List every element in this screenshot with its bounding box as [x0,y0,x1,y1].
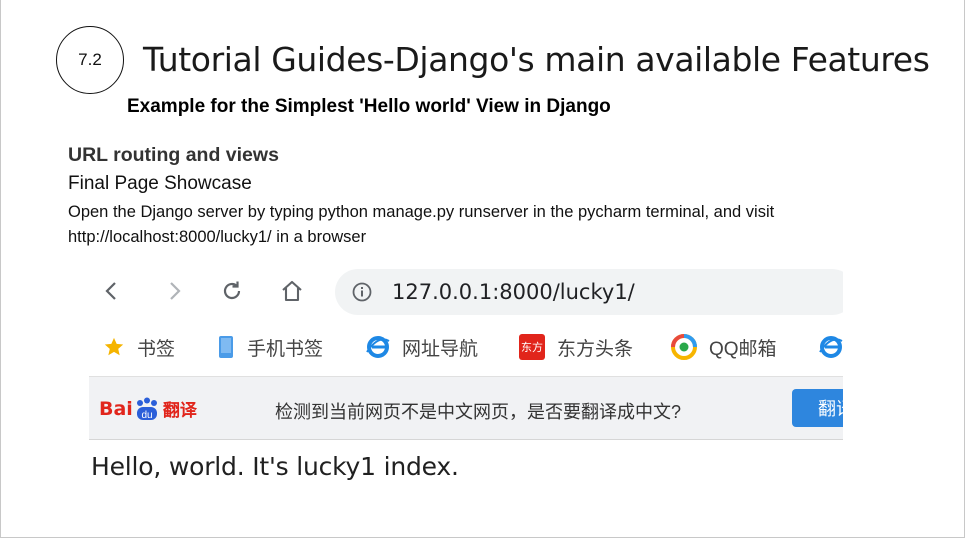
bookmark-item-nav[interactable]: 网址导航 [366,332,478,362]
qqmail-icon [671,334,697,360]
reload-icon [223,281,241,300]
home-icon [282,280,302,302]
address-text[interactable]: 127.0.0.1:8000/lucky1/ [392,280,635,304]
ie-icon [366,336,390,358]
bookmark-item-dongfang[interactable]: 东方 东方头条 [519,332,633,362]
bookmark-item-qqmail[interactable]: QQ邮箱 [671,332,777,362]
bookmark-item-shuqian[interactable]: 书签 [103,332,175,362]
baidu-translate-logo: Bai du 翻译 [99,396,197,421]
bookmark-label: 书签 [137,338,176,360]
showcase-label: Final Page Showcase [68,173,252,194]
translate-button-label: 翻译 [818,399,843,419]
forward-button[interactable] [159,276,189,306]
bookmark-item-mobile[interactable]: 手机书签 [217,332,323,362]
bookmark-label: 网址导航 [402,338,479,360]
info-icon[interactable] [352,282,372,302]
address-bar[interactable]: 127.0.0.1:8000/lucky1/ [335,269,843,315]
slide-number: 7.2 [78,50,102,69]
baidu-logo-text: Bai [99,397,133,420]
translate-message: 检测到当前网页不是中文网页，是否要翻译成中文? [275,402,682,422]
bookmark-item-overflow[interactable] [819,332,843,362]
bookmark-label: 手机书签 [247,338,324,360]
section-heading: URL routing and views [68,144,279,166]
forward-arrow-icon [170,282,181,300]
dongfang-icon: 东方 [519,334,545,360]
translate-bar: Bai du 翻译 检测到当前网页不是中文网页，是否要翻译成中文? 翻译 [89,376,843,440]
slide-title: Tutorial Guides-Django's main available … [143,40,930,79]
phone-icon [219,336,233,358]
slide-subtitle: Example for the Simplest 'Hello world' V… [127,96,611,117]
back-button[interactable] [97,276,127,306]
bookmark-label: QQ邮箱 [709,338,777,360]
translate-label: 翻译 [162,401,197,420]
star-icon [104,337,124,356]
baidu-paw-text: du [141,410,152,421]
slide: 7.2 Tutorial Guides-Django's main availa… [0,0,965,538]
slide-number-badge: 7.2 [56,26,124,94]
page-content-text: Hello, world. It's lucky1 index. [91,452,459,481]
baidu-paw-icon: du [136,397,157,421]
translate-button[interactable]: 翻译 [792,389,843,427]
description-text: Open the Django server by typing python … [68,203,775,246]
ie-icon [819,336,843,358]
reload-button[interactable] [217,276,247,306]
back-arrow-icon [105,282,116,300]
bookmark-label: 东方头条 [557,338,634,360]
home-button[interactable] [277,276,307,306]
browser-screenshot: 127.0.0.1:8000/lucky1/ 书签 手机书签 网址导航 东方 东… [89,266,843,506]
